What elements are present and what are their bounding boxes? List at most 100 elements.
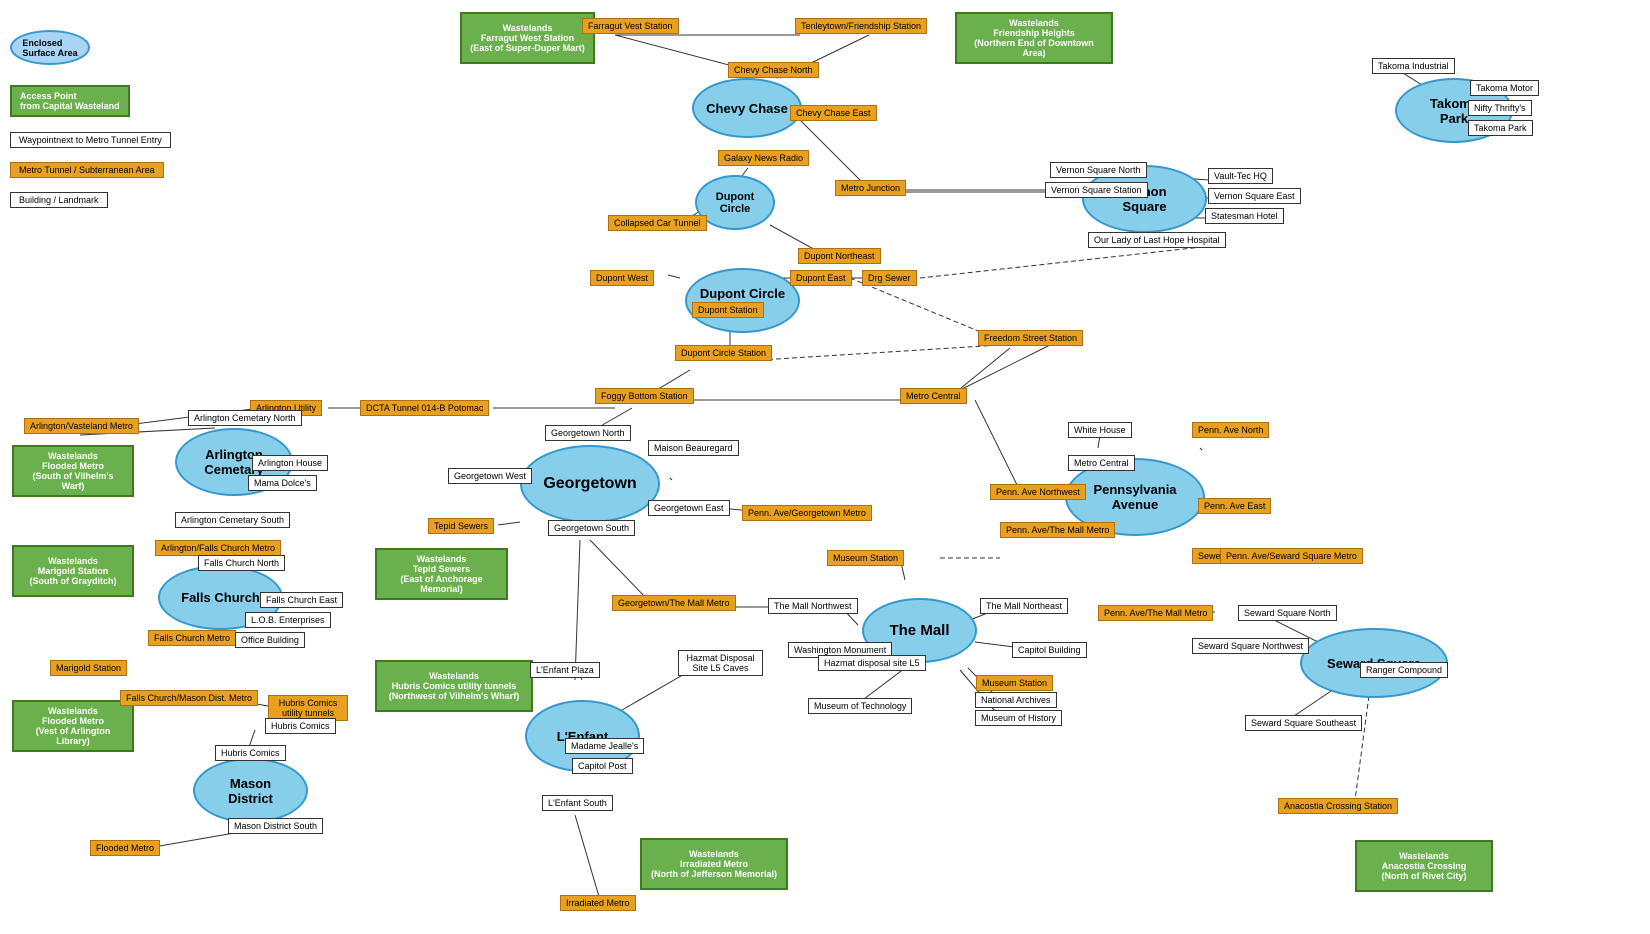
legend-waypoint: Waypointnext to Metro Tunnel Entry [10,132,171,148]
georgetown-north: Georgetown North [545,425,631,441]
vernon-square-east: Vernon Square East [1208,188,1301,204]
chevy-chase-node[interactable]: Chevy Chase [692,78,802,138]
ranger-compound: Ranger Compound [1360,662,1448,678]
farragut-west-station[interactable]: Farragut Vest Station [582,18,679,34]
arlington-wasteland-metro[interactable]: Arlington/Vasteland Metro [24,418,139,434]
wastelands-arlington[interactable]: WastelandsFlooded Metro(South of Vilhelm… [12,445,134,497]
dupont-northeast: Dupont Northeast [798,248,881,264]
wastelands-flooded[interactable]: WastelandsFlooded Metro(Vest of Arlingto… [12,700,134,752]
wastelands-tepid[interactable]: WastelandsTepid Sewers(East of Anchorage… [375,548,508,600]
wastelands-friendship[interactable]: WastelandsFriendship Heights(Northern En… [955,12,1113,64]
dupont-circle-large-node[interactable]: Dupont CircleStation [685,268,800,333]
arlington-falls-metro[interactable]: Arlington/Falls Church Metro [155,540,281,556]
capitol-building: Capitol Building [1012,642,1087,658]
hubris-comics-2: Hubris Comics [215,745,286,761]
office-building: Office Building [235,632,305,648]
wastelands-irradiated[interactable]: WastelandsIrradiated Metro(North of Jeff… [640,838,788,890]
arlington-house: Arlington House [252,455,328,471]
irradiated-metro[interactable]: Irradiated Metro [560,895,636,911]
metro-central[interactable]: Metro Central [900,388,967,404]
legend-metro: Metro Tunnel / Subterranean Area [10,162,171,178]
maison-beauregard: Maison Beauregard [648,440,739,456]
penn-seward-metro[interactable]: Penn. Ave/Seward Square Metro [1220,548,1363,564]
our-lady-hospital: Our Lady of Last Hope Hospital [1088,232,1226,248]
anacostia-crossing-station[interactable]: Anacostia Crossing Station [1278,798,1398,814]
arlington-cemetary-north: Arlington Cemetary North [188,410,302,426]
drg-sewer[interactable]: Drg Sewer [862,270,917,286]
legend: EnclosedSurface Area Access Pointfrom Ca… [10,30,171,222]
metro-central-node: Metro Central [1068,455,1135,471]
the-mall-northwest: The Mall Northwest [768,598,858,614]
georgetown-east: Georgetown East [648,500,730,516]
map-container: EnclosedSurface Area Access Pointfrom Ca… [0,0,1650,934]
white-house: White House [1068,422,1132,438]
dupont-station: Dupont Station [692,302,764,318]
georgetown-node[interactable]: Georgetown [520,445,660,523]
takoma-industrial: Takoma Industrial [1372,58,1455,74]
falls-church-east: Falls Church East [260,592,343,608]
hubris-comics-1: Hubris Comics [265,718,336,734]
vault-tec-hq: Vault-Tec HQ [1208,168,1273,184]
legend-access: Access Pointfrom Capital Wasteland [10,85,171,117]
hazmat-disposal: Hazmat Disposal Site L5 Caves [678,650,763,676]
penn-ave-east[interactable]: Penn. Ave East [1198,498,1271,514]
madame-jealles: Madame Jealle's [565,738,644,754]
foggy-bottom-station[interactable]: Foggy Bottom Station [595,388,694,404]
hazmat-site: Hazmat disposal site L5 [818,655,926,671]
georgetown-west: Georgetown West [448,468,532,484]
vernon-square-station: Vernon Square Station [1045,182,1148,198]
falls-church-mason-metro[interactable]: Falls Church/Mason Dist. Metro [120,690,258,706]
dupont-circle-station[interactable]: Dupont Circle Station [675,345,772,361]
penn-ave-georgetown-metro[interactable]: Penn. Ave/Georgetown Metro [742,505,872,521]
mama-dolces: Mama Dolce's [248,475,317,491]
georgetown-south: Georgetown South [548,520,635,536]
arlington-cemetary-south: Arlington Cemetary South [175,512,290,528]
dupont-circle-small-node[interactable]: DupontCircle [695,175,775,230]
lenfant-south: L'Enfant South [542,795,613,811]
legend-building: Building / Landmark [10,192,171,208]
vernon-square-north: Vernon Square North [1050,162,1147,178]
falls-church-north: Falls Church North [198,555,285,571]
penn-ave-northwest[interactable]: Penn. Ave Northwest [990,484,1086,500]
collapsed-car-tunnel[interactable]: Collapsed Car Tunnel [608,215,707,231]
chevy-chase-east: Chevy Chase East [790,105,877,121]
legend-enclosed: EnclosedSurface Area [10,30,171,65]
wastelands-farragut[interactable]: WastelandsFarragut West Station(East of … [460,12,595,64]
nifty-thriftys: Nifty Thrifty's [1468,100,1532,116]
museum-of-history: Museum of History [975,710,1062,726]
museum-station-bottom[interactable]: Museum Station [976,675,1053,691]
takoma-park-waypoint: Takoma Park [1468,120,1533,136]
chevy-chase-north: Chevy Chase North [728,62,819,78]
mason-district-south: Mason District South [228,818,323,834]
mason-district-node[interactable]: MasonDistrict [193,758,308,823]
seward-square-southeast: Seward Square Southeast [1245,715,1362,731]
penn-ave-north[interactable]: Penn. Ave North [1192,422,1269,438]
wastelands-hubris[interactable]: WastelandsHubris Comics utility tunnels(… [375,660,533,712]
freedom-street-station[interactable]: Freedom Street Station [978,330,1083,346]
takoma-motor: Takoma Motor [1470,80,1539,96]
dcta-tunnel[interactable]: DCTA Tunnel 014-B Potomac [360,400,489,416]
galaxy-news-radio[interactable]: Galaxy News Radio [718,150,809,166]
flooded-metro[interactable]: Flooded Metro [90,840,160,856]
marigold-station[interactable]: Marigold Station [50,660,127,676]
seward-square-northwest: Seward Square Northwest [1192,638,1309,654]
museum-of-technology: Museum of Technology [808,698,912,714]
lob-enterprises: L.O.B. Enterprises [245,612,331,628]
seward-square-north: Seward Square North [1238,605,1337,621]
lenfant-plaza: L'Enfant Plaza [530,662,600,678]
dupont-east: Dupont East [790,270,852,286]
penn-mall-bottom[interactable]: Penn. Ave/The Mall Metro [1098,605,1213,621]
tepid-sewers[interactable]: Tepid Sewers [428,518,494,534]
statesman-hotel: Statesman Hotel [1205,208,1284,224]
capitol-post: Capitol Post [572,758,633,774]
metro-junction[interactable]: Metro Junction [835,180,906,196]
georgetown-mall-metro[interactable]: Georgetown/The Mall Metro [612,595,736,611]
tenleytown-station[interactable]: Tenleytown/Friendship Station [795,18,927,34]
penn-mall-top[interactable]: Penn. Ave/The Mall Metro [1000,522,1115,538]
falls-church-metro[interactable]: Falls Church Metro [148,630,236,646]
museum-station-top[interactable]: Museum Station [827,550,904,566]
wastelands-marigold[interactable]: WastelandsMarigold Station(South of Gray… [12,545,134,597]
wastelands-anacostia[interactable]: WastelandsAnacostia Crossing(North of Ri… [1355,840,1493,892]
dupont-west: Dupont West [590,270,654,286]
national-archives: National Archives [975,692,1057,708]
